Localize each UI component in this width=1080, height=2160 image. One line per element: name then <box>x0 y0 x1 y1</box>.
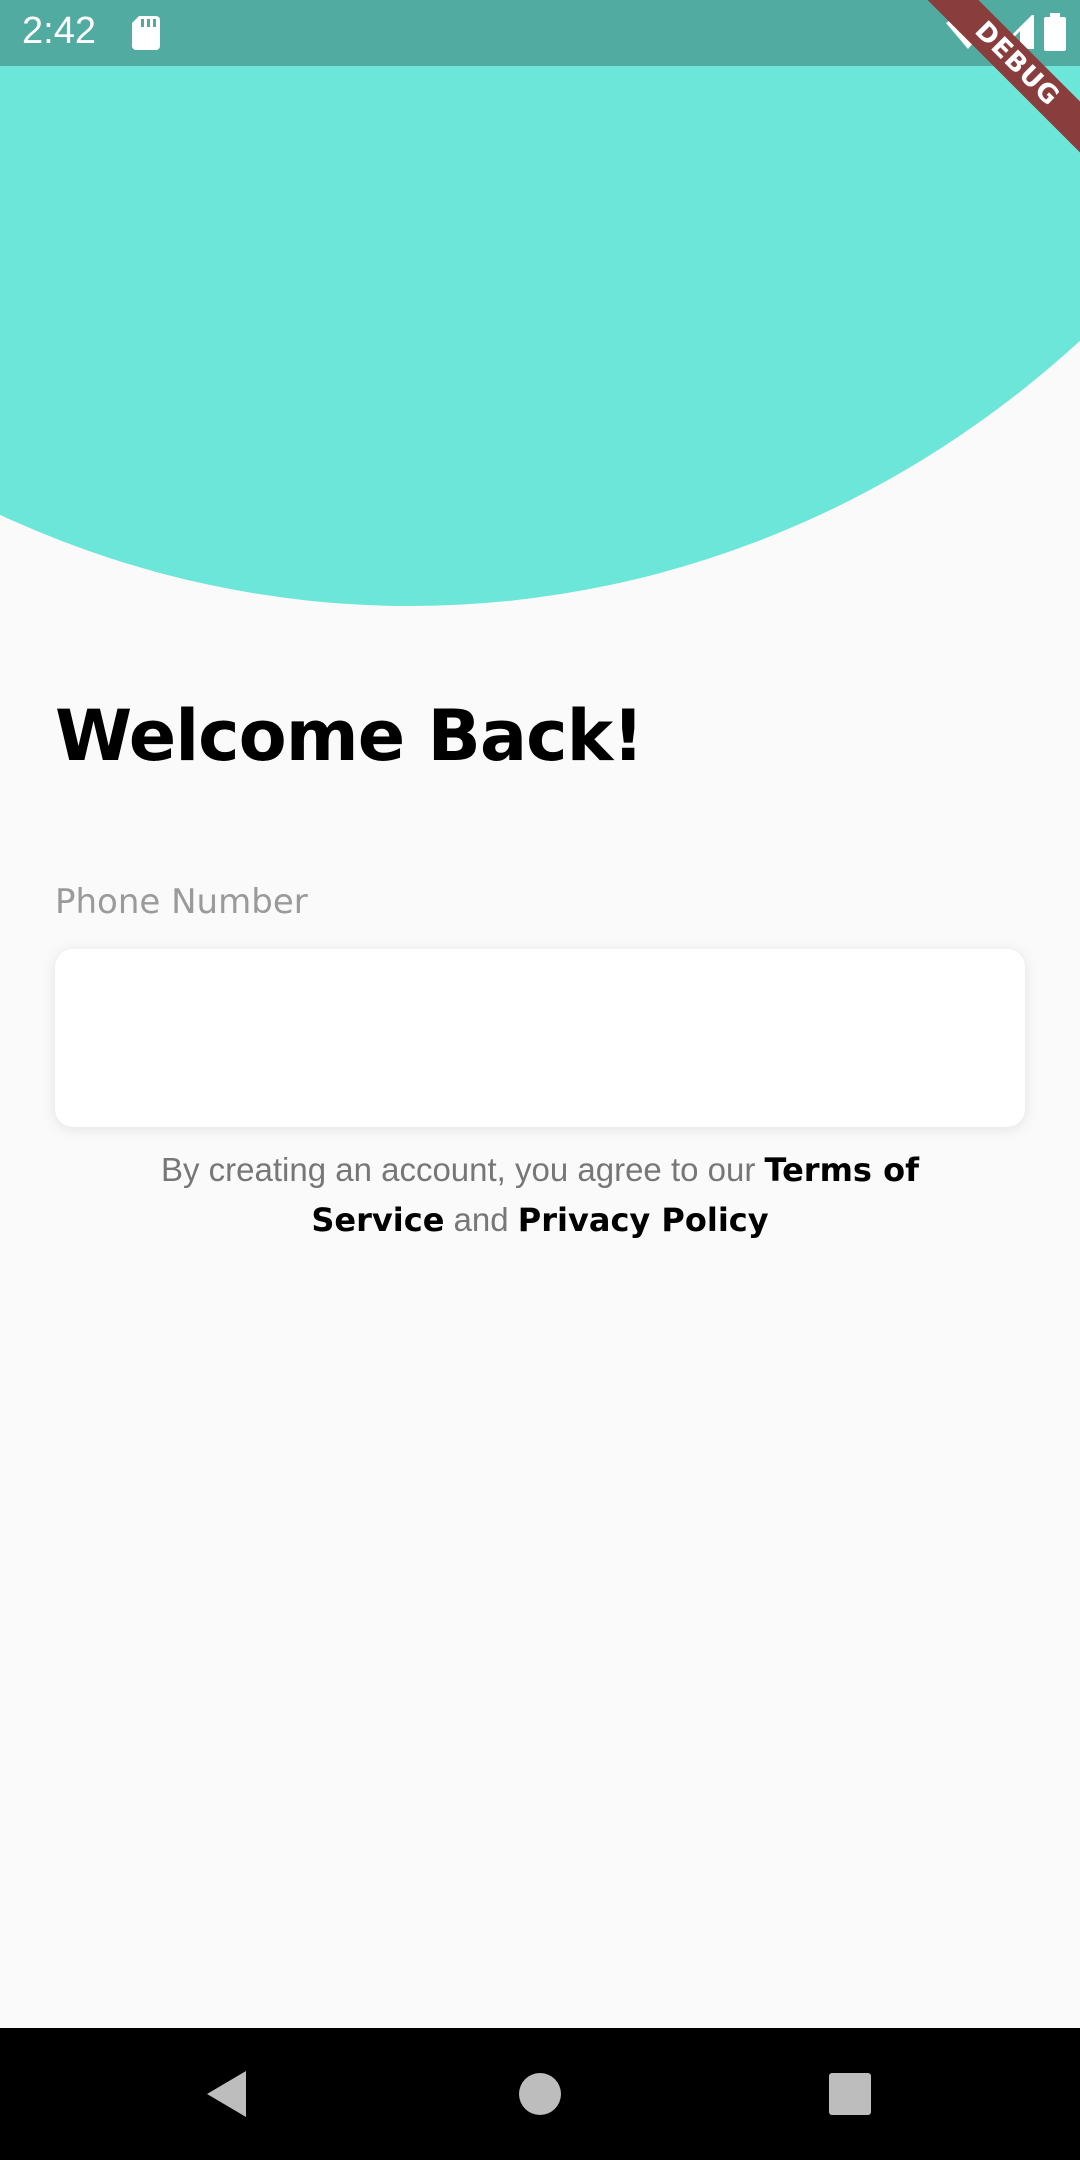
terms-notice: By creating an account, you agree to our… <box>140 1145 940 1245</box>
page-title: Welcome Back! <box>55 695 644 777</box>
home-button[interactable] <box>480 2028 600 2160</box>
sd-card-icon <box>132 16 160 50</box>
status-bar: 2:42 <box>0 0 1080 66</box>
terms-prefix-text: By creating an account, you agree to our <box>160 1151 765 1188</box>
home-icon <box>519 2073 561 2115</box>
phone-number-input[interactable] <box>55 949 1025 1127</box>
phone-number-label: Phone Number <box>55 882 308 922</box>
recents-button[interactable] <box>790 2028 910 2160</box>
navigation-bar <box>0 2028 1080 2160</box>
status-time: 2:42 <box>22 10 96 52</box>
back-icon <box>207 2071 246 2117</box>
back-button[interactable] <box>166 2028 286 2160</box>
privacy-policy-link[interactable]: Privacy Policy <box>518 1201 769 1239</box>
battery-icon <box>1044 13 1066 51</box>
header-decoration <box>0 0 1080 606</box>
recents-icon <box>829 2073 871 2115</box>
terms-and-text: and <box>444 1201 518 1238</box>
login-screen: 2:42 DEBUG Welcome Back! Phone Number By <box>0 0 1080 2160</box>
